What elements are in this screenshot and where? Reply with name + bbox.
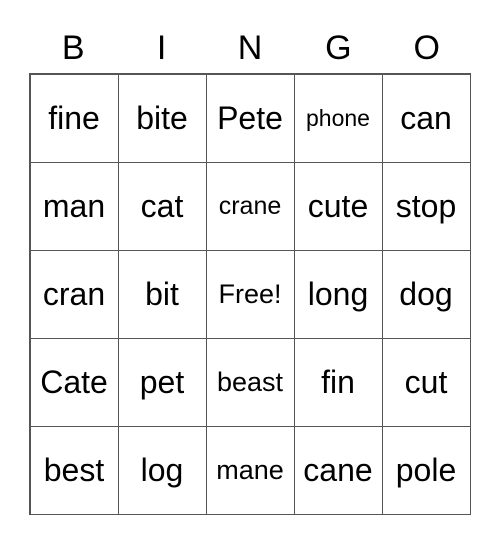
bingo-cell[interactable]: pet: [117, 337, 207, 427]
bingo-cell[interactable]: Cate: [29, 337, 119, 427]
bingo-header: B I N G O: [29, 28, 471, 68]
bingo-cell[interactable]: man: [29, 161, 119, 251]
bingo-cell[interactable]: cut: [381, 337, 471, 427]
bingo-cell[interactable]: phone: [293, 73, 383, 163]
header-letter: O: [413, 29, 440, 67]
header-letter: N: [237, 29, 263, 67]
bingo-cell[interactable]: dog: [381, 249, 471, 339]
bingo-cell[interactable]: log: [117, 425, 207, 515]
bingo-cell[interactable]: beast: [205, 337, 295, 427]
bingo-cell[interactable]: crane: [205, 161, 295, 251]
header-letter: B: [61, 29, 85, 67]
bingo-cell[interactable]: bit: [117, 249, 207, 339]
header-letter: G: [325, 29, 352, 67]
bingo-cell[interactable]: can: [381, 73, 471, 163]
bingo-cell[interactable]: cute: [293, 161, 383, 251]
bingo-cell[interactable]: bite: [117, 73, 207, 163]
bingo-cell[interactable]: best: [29, 425, 119, 515]
bingo-cell[interactable]: cane: [293, 425, 383, 515]
bingo-cell[interactable]: fin: [293, 337, 383, 427]
bingo-cell[interactable]: pole: [381, 425, 471, 515]
bingo-cell[interactable]: cran: [29, 249, 119, 339]
bingo-cell[interactable]: mane: [205, 425, 295, 515]
bingo-cell[interactable]: stop: [381, 161, 471, 251]
bingo-cell[interactable]: long: [293, 249, 383, 339]
bingo-cell[interactable]: fine: [29, 73, 119, 163]
free-space-cell[interactable]: Free!: [205, 249, 295, 339]
header-letter: I: [156, 29, 167, 67]
bingo-cell[interactable]: cat: [117, 161, 207, 251]
bingo-grid: fine bite Pete phone can man cat crane cute stop c…: [29, 73, 471, 515]
bingo-cell[interactable]: Pete: [205, 73, 295, 163]
